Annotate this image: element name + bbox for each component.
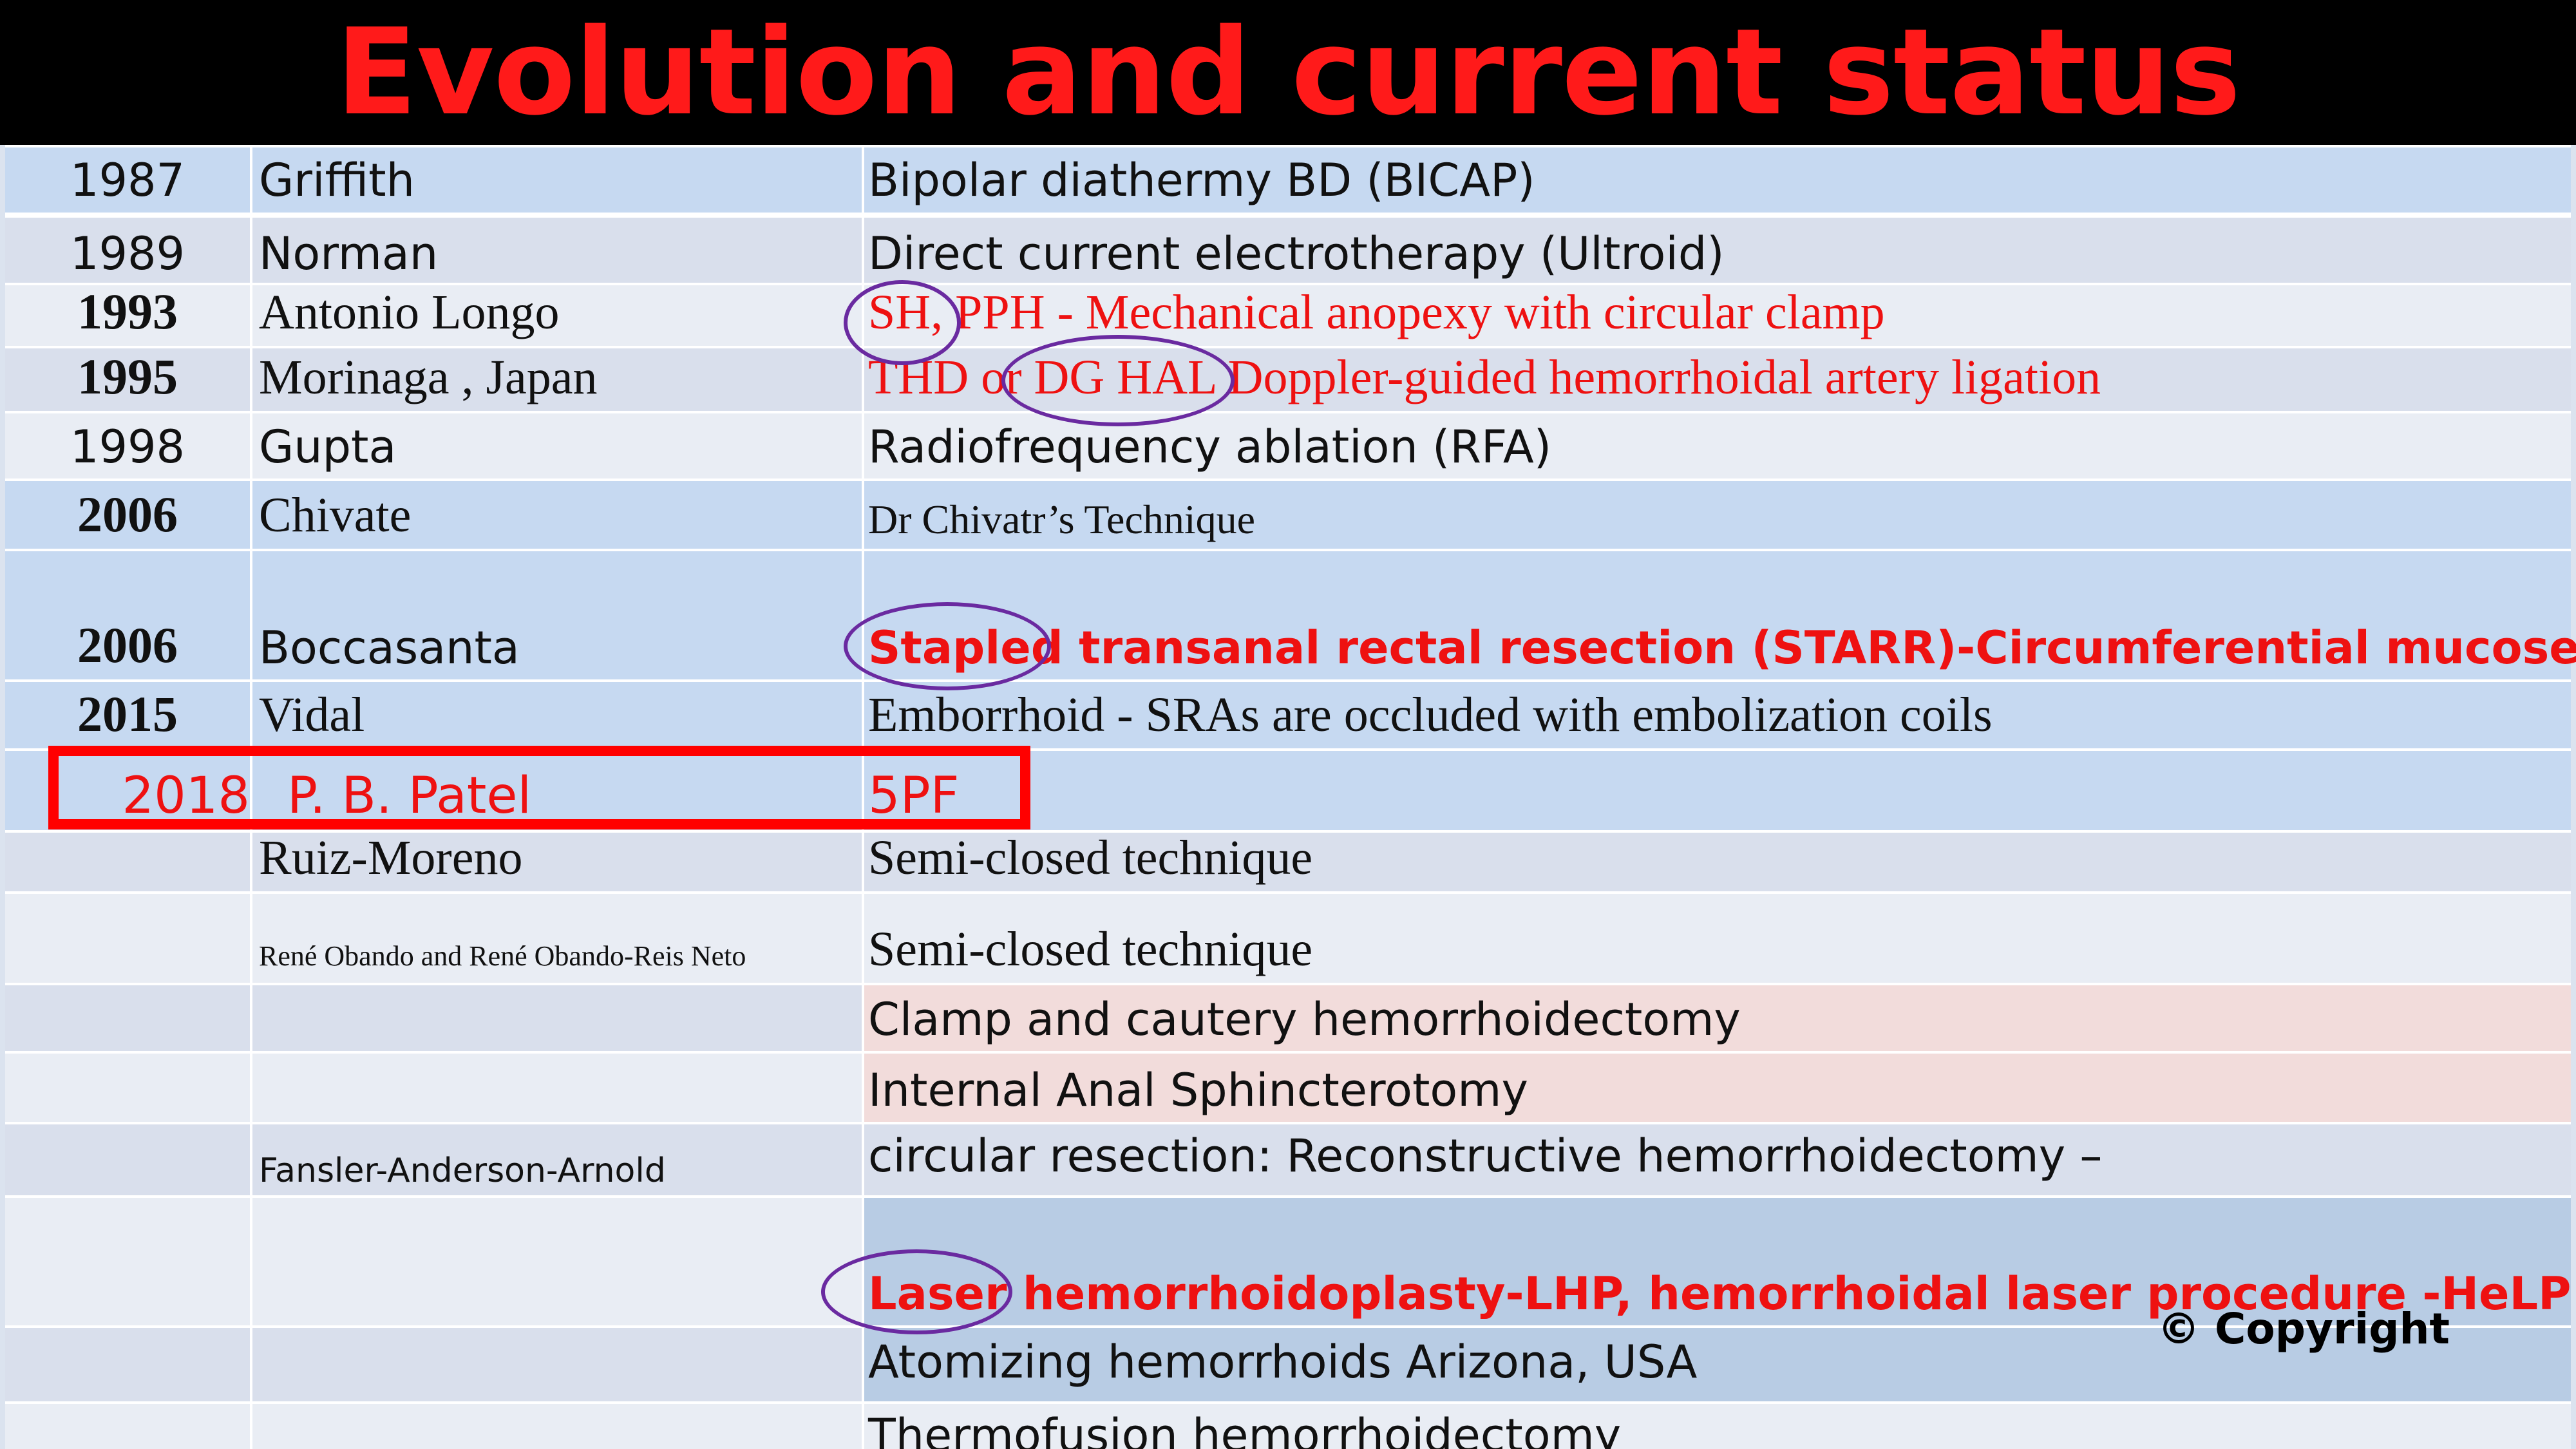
annotation-ellipse-laser <box>821 1249 1012 1334</box>
row-technique: Semi-closed technique <box>868 922 1313 976</box>
row-technique: Emborrhoid - SRAs are occluded with embo… <box>868 688 1993 742</box>
row-technique: Stapled transanal rectal resection (STAR… <box>868 621 2576 674</box>
highlight-box-2018 <box>48 746 1030 829</box>
annotation-ellipse-dg-hal <box>1001 335 1235 426</box>
table-row: 1998 Gupta Radiofrequency ablation (RFA) <box>5 411 2571 480</box>
row-name: Gupta <box>259 421 397 473</box>
row-technique: Internal Anal Sphincterotomy <box>868 1064 1528 1117</box>
row-technique: Bipolar diathermy BD (BICAP) <box>868 154 1535 207</box>
table-row: 1995 Morinaga , Japan THD or DG HAL Dopp… <box>5 346 2571 412</box>
row-technique: Radiofrequency ablation (RFA) <box>868 421 1552 473</box>
row-technique: SH, PPH - Mechanical anopexy with circul… <box>868 285 1885 339</box>
row-year: 1995 <box>77 348 178 404</box>
row-name: Griffith <box>259 154 415 207</box>
row-name: Ruiz-Moreno <box>259 831 523 885</box>
slide: Evolution and current status 1987 Griffi… <box>0 0 2576 1449</box>
row-technique: Dr Chivatr’s Technique <box>868 497 1256 542</box>
copyright-notice: © Copyright <box>2157 1304 2450 1354</box>
table-row: 2006 Chivate Dr Chivatr’s Technique <box>5 478 2571 550</box>
table-row: Thermofusion hemorrhoidectomy <box>5 1401 2571 1449</box>
row-name: René Obando and René Obando-Reis Neto <box>259 940 746 972</box>
row-name: Norman <box>259 227 439 280</box>
table-row: 1987 Griffith Bipolar diathermy BD (BICA… <box>5 145 2571 213</box>
row-name: Morinaga , Japan <box>259 350 598 404</box>
row-year: 1987 <box>70 154 185 207</box>
table-row: 1989 Norman Direct current electrotherap… <box>5 213 2571 287</box>
table-row: 2006 Boccasanta Stapled transanal rectal… <box>5 549 2576 681</box>
row-name: Chivate <box>259 488 412 542</box>
table-row: 1993 Antonio Longo SH, PPH - Mechanical … <box>5 283 2571 347</box>
row-technique: Semi-closed technique <box>868 831 1313 885</box>
title-bar: Evolution and current status <box>0 0 2576 145</box>
table-row: René Obando and René Obando-Reis Neto Se… <box>5 891 2571 984</box>
row-year: 2006 <box>77 617 178 673</box>
table-row: Fansler-Anderson-Arnold circular resecti… <box>5 1122 2571 1197</box>
row-name: Fansler-Anderson-Arnold <box>259 1151 666 1190</box>
row-technique: Thermofusion hemorrhoidectomy <box>868 1409 1622 1449</box>
table-row: Ruiz-Moreno Semi-closed technique <box>5 830 2571 893</box>
table-row: Internal Anal Sphincterotomy <box>5 1051 2571 1123</box>
row-technique: Atomizing hemorrhoids Arizona, USA <box>868 1336 1698 1388</box>
row-year: 1993 <box>77 283 178 339</box>
slide-title: Evolution and current status <box>336 3 2240 142</box>
table-row: Clamp and cautery hemorrhoidectomy <box>5 983 2571 1052</box>
annotation-ellipse-sh <box>844 280 961 365</box>
row-name: Vidal <box>259 688 365 742</box>
row-name: Antonio Longo <box>259 285 560 339</box>
row-technique: Clamp and cautery hemorrhoidectomy <box>868 993 1741 1046</box>
row-technique: Direct current electrotherapy (Ultroid) <box>868 227 1725 280</box>
row-name: Boccasanta <box>259 621 520 674</box>
table-row: 2015 Vidal Emborrhoid - SRAs are occlude… <box>5 679 2571 750</box>
row-year: 2015 <box>77 686 178 742</box>
row-technique: circular resection: Reconstructive hemor… <box>868 1130 2103 1182</box>
row-year: 1989 <box>70 227 185 280</box>
row-year: 2006 <box>77 486 178 542</box>
row-year: 1998 <box>70 421 185 473</box>
annotation-ellipse-stapled <box>844 602 1051 690</box>
